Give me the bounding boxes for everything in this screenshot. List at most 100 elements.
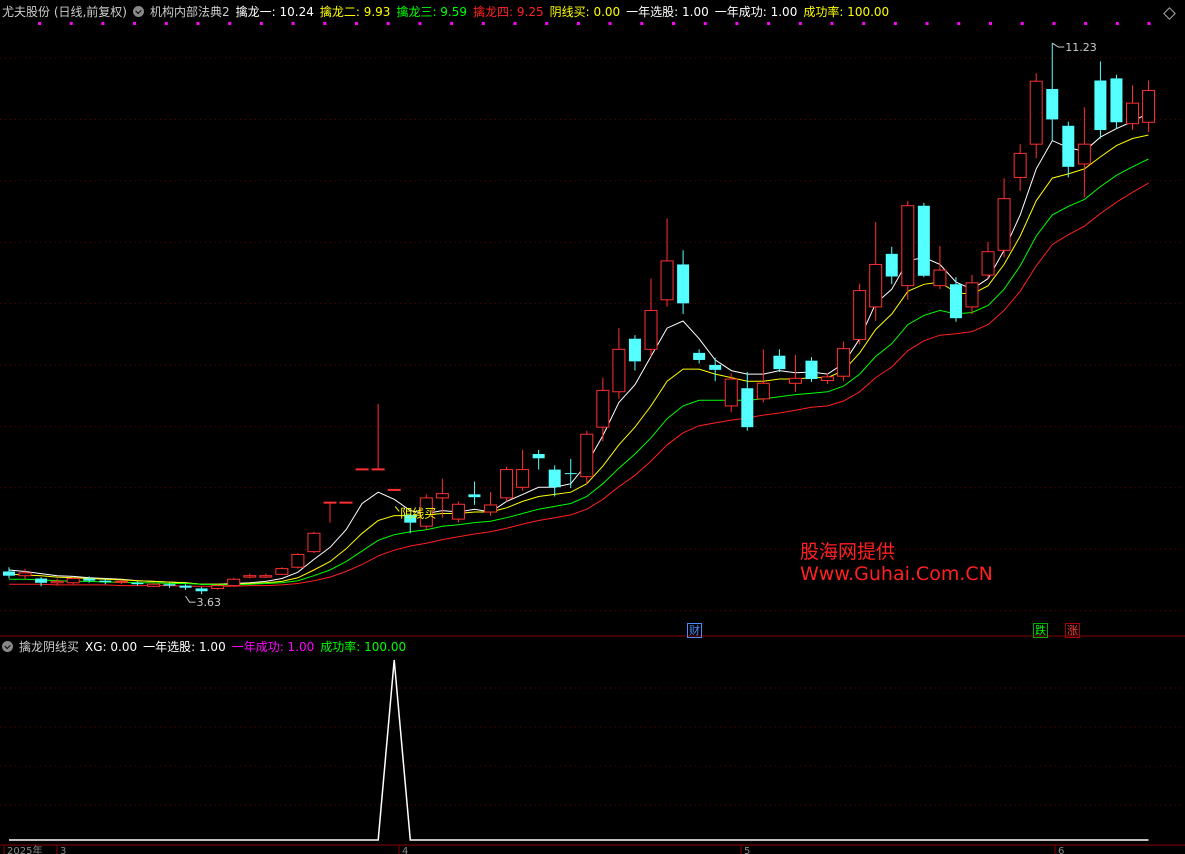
line-擒龙三 xyxy=(9,158,1149,586)
signal-dot xyxy=(418,22,422,25)
flag-fall[interactable]: 跌 xyxy=(1033,623,1048,638)
candle-body-up xyxy=(275,568,289,575)
signal-label: 阴线买 xyxy=(400,506,436,520)
signal-dot xyxy=(450,22,454,25)
candle-body-up xyxy=(1077,143,1091,165)
signal-dot xyxy=(133,22,137,25)
signal-dot xyxy=(228,22,232,25)
candle-body-up xyxy=(724,378,738,407)
candle-body-up xyxy=(837,348,851,377)
line-擒龙二 xyxy=(8,134,1149,585)
candle-body-up xyxy=(435,493,449,499)
signal-dot xyxy=(323,22,327,25)
candle-body-up xyxy=(901,205,915,287)
sub-header-value-0: XG: 0.00 xyxy=(85,640,138,654)
candle-body-up xyxy=(821,376,835,381)
signal-dot xyxy=(259,22,263,25)
candle-body-up xyxy=(1029,80,1043,145)
sub-header-value-2: 一年成功: 1.00 xyxy=(231,640,315,654)
signal-dot xyxy=(1052,22,1056,25)
signal-dot xyxy=(862,22,866,25)
candle-body-up xyxy=(211,585,225,589)
sub-header-value-3: 成功率: 100.00 xyxy=(320,640,407,654)
candlestick-chart: 11.23 3.63 阴线买 2025年 3 4 5 6 xyxy=(0,22,1185,854)
line-擒龙一 xyxy=(8,112,1149,585)
signal-dot xyxy=(608,22,612,25)
candle-body-down xyxy=(3,571,15,576)
candle-body-up xyxy=(1142,89,1156,123)
signal-dot xyxy=(69,22,73,25)
candle-body-up xyxy=(500,469,514,499)
signal-dot xyxy=(481,22,485,25)
candle-body-up xyxy=(997,198,1011,251)
candle-body-up xyxy=(756,382,770,400)
candle-body-up xyxy=(339,501,353,504)
watermark-line2: Www.Guhai.Com.CN xyxy=(800,563,993,585)
time-label: 5 xyxy=(744,846,750,854)
candle-body-up xyxy=(981,251,995,276)
signal-dot xyxy=(640,22,644,25)
candle-body-down xyxy=(195,588,208,592)
candle-body-down xyxy=(532,454,545,459)
candle-body-up xyxy=(1013,152,1027,178)
candle-body-up xyxy=(660,260,674,301)
signal-dot xyxy=(196,22,200,25)
signal-dot xyxy=(355,22,358,25)
candle-body-up xyxy=(1126,102,1139,125)
signal-dot xyxy=(1147,22,1151,25)
candle-body-down xyxy=(548,469,561,488)
candle-body-up xyxy=(355,468,369,471)
candle-body-down xyxy=(1110,78,1123,123)
candle-body-up xyxy=(869,263,883,308)
flag-rise[interactable]: 涨 xyxy=(1065,623,1080,638)
candle-body-up xyxy=(596,389,610,428)
signal-dot xyxy=(989,22,992,25)
signal-dot xyxy=(38,22,41,25)
candle-body-up xyxy=(612,348,626,393)
candle-body-down xyxy=(179,585,192,588)
signal-dot xyxy=(513,22,517,25)
signal-dot xyxy=(798,22,802,25)
signal-dot xyxy=(386,22,390,25)
signal-dot xyxy=(925,22,929,25)
signal-dot xyxy=(1020,22,1024,25)
xg-line xyxy=(9,659,1149,841)
candle-body-up xyxy=(146,583,160,587)
signal-dot xyxy=(672,22,675,25)
candle-body-up xyxy=(66,578,80,584)
candle-body-up xyxy=(451,503,465,520)
signal-dot xyxy=(957,22,961,25)
signal-dot xyxy=(101,22,105,25)
candle-body-up xyxy=(484,504,497,513)
signal-dot xyxy=(703,22,707,25)
signal-dot xyxy=(291,22,295,25)
signal-dot xyxy=(830,22,834,25)
candle-body-up xyxy=(853,290,867,340)
candle-body-down xyxy=(709,364,722,370)
candle-body-down xyxy=(1062,125,1075,167)
candle-body-up xyxy=(259,575,273,578)
sub-header: 擒龙阴线买 XG: 0.00 一年选股: 1.00 一年成功: 1.00 成功率: 10… xyxy=(2,637,418,657)
time-label: 3 xyxy=(60,846,66,854)
candle-body-up xyxy=(516,469,530,488)
low-pointer xyxy=(185,595,196,603)
candle-body-down xyxy=(949,284,962,319)
candle-body-down xyxy=(693,352,706,360)
candle-body-down xyxy=(564,473,577,475)
candle-body-down xyxy=(35,578,48,583)
flag-finance[interactable]: 财 xyxy=(687,623,702,638)
high-price-label: 11.23 xyxy=(1065,41,1097,54)
time-label: 6 xyxy=(1058,846,1064,854)
sub-indicator-name[interactable]: 擒龙阴线买 xyxy=(19,640,79,654)
candle-body-down xyxy=(163,584,176,586)
candle-body-down xyxy=(885,253,898,277)
candle-body-up xyxy=(580,433,594,478)
signal-dot xyxy=(1115,22,1119,25)
candle-body-up xyxy=(788,377,802,384)
candle-body-down xyxy=(1046,89,1059,120)
signal-dot xyxy=(735,22,739,25)
sub-settings-circle-icon[interactable] xyxy=(2,641,13,652)
candle-body-down xyxy=(917,205,930,276)
sub-header-values: XG: 0.00 一年选股: 1.00 一年成功: 1.00 成功率: 100.00 xyxy=(85,640,412,654)
candle-body-up xyxy=(243,575,257,578)
